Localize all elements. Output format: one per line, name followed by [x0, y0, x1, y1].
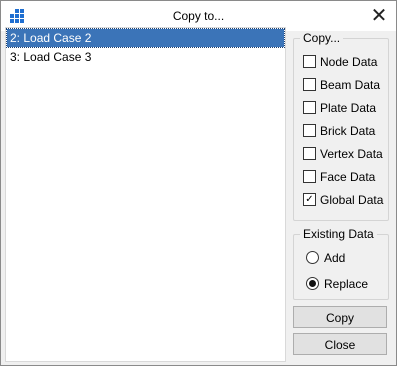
global-data-checkbox[interactable]: ✓ [303, 193, 316, 207]
copy-to-dialog: Copy to... ✕ 2: Load Case 2 3: Load Case… [0, 0, 397, 366]
replace-option[interactable]: Replace [306, 276, 368, 292]
vertex-data-checkbox[interactable] [303, 147, 316, 161]
beam-data-checkbox[interactable] [303, 78, 316, 92]
list-item-load-case-3[interactable]: 3: Load Case 3 [7, 48, 284, 66]
close-icon[interactable]: ✕ [368, 5, 390, 27]
face-data-checkbox[interactable] [303, 170, 316, 184]
copy-button[interactable]: Copy [293, 306, 387, 328]
add-radio[interactable] [306, 251, 319, 265]
add-option[interactable]: Add [306, 250, 345, 266]
dialog-title: Copy to... [172, 9, 225, 23]
node-data-option[interactable]: Node Data [303, 54, 377, 70]
replace-label: Replace [324, 277, 369, 291]
beam-data-option[interactable]: Beam Data [303, 77, 380, 93]
existing-data-legend: Existing Data [300, 227, 377, 241]
copy-group-legend: Copy... [300, 31, 344, 45]
close-button[interactable]: Close [293, 333, 387, 355]
plate-data-label: Plate Data [320, 101, 377, 115]
add-label: Add [324, 251, 346, 265]
global-data-option[interactable]: ✓ Global Data [303, 192, 383, 208]
node-data-checkbox[interactable] [303, 55, 316, 69]
global-data-label: Global Data [320, 193, 384, 207]
existing-data-group: Existing Data Add Replace [293, 227, 389, 300]
load-case-list[interactable]: 2: Load Case 2 3: Load Case 3 [5, 27, 286, 362]
vertex-data-label: Vertex Data [320, 147, 383, 161]
face-data-label: Face Data [320, 170, 376, 184]
brick-data-label: Brick Data [320, 124, 376, 138]
plate-data-option[interactable]: Plate Data [303, 100, 376, 116]
replace-radio[interactable] [306, 277, 319, 291]
plate-data-checkbox[interactable] [303, 101, 316, 115]
node-data-label: Node Data [320, 55, 378, 69]
list-item-load-case-2[interactable]: 2: Load Case 2 [6, 28, 285, 48]
brick-data-checkbox[interactable] [303, 124, 316, 138]
vertex-data-option[interactable]: Vertex Data [303, 146, 383, 162]
beam-data-label: Beam Data [320, 78, 381, 92]
brick-data-option[interactable]: Brick Data [303, 123, 375, 139]
face-data-option[interactable]: Face Data [303, 169, 375, 185]
copy-options-group: Copy... Node Data Beam Data Plate Data B… [293, 31, 389, 221]
